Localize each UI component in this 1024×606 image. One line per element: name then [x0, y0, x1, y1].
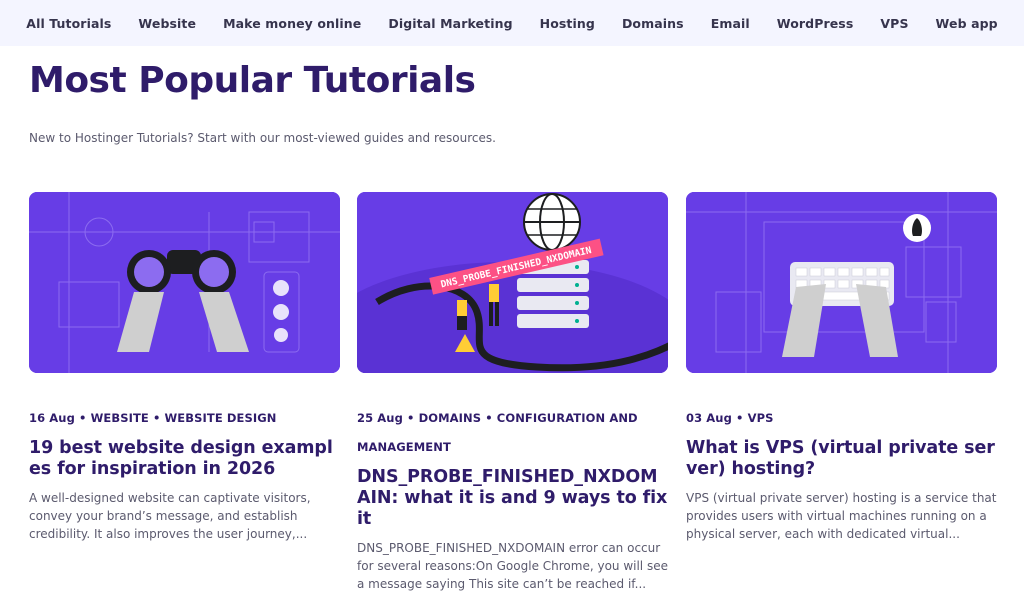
tutorial-card-dns-probe[interactable]: DNS_PROBE_FINISHED_NXDOMAIN 25 Aug • DOM… [357, 192, 668, 593]
nav-item-hosting[interactable]: Hosting [540, 16, 595, 31]
nav-item-make-money-online[interactable]: Make money online [223, 16, 361, 31]
top-navigation: All Tutorials Website Make money online … [0, 0, 1024, 46]
nav-item-wordpress[interactable]: WordPress [777, 16, 854, 31]
binoculars-illustration-icon[interactable] [29, 192, 340, 373]
card-excerpt: VPS (virtual private server) hosting is … [686, 491, 997, 541]
nav-item-website[interactable]: Website [138, 16, 196, 31]
nav-item-web-app[interactable]: Web app [936, 16, 998, 31]
keyboard-illustration-icon[interactable] [686, 192, 997, 373]
page-title: Most Popular Tutorials [29, 60, 476, 101]
nav-item-vps[interactable]: VPS [880, 16, 908, 31]
nav-item-all-tutorials[interactable]: All Tutorials [26, 16, 111, 31]
globe-server-illustration-icon[interactable]: DNS_PROBE_FINISHED_NXDOMAIN [357, 192, 668, 373]
tutorial-card-vps[interactable]: 03 Aug • VPS What is VPS (virtual privat… [686, 192, 997, 543]
card-excerpt: A well-designed website can captivate vi… [29, 491, 311, 541]
nav-item-domains[interactable]: Domains [622, 16, 684, 31]
card-title[interactable]: What is VPS (virtual private server) hos… [686, 438, 997, 480]
nav-item-digital-marketing[interactable]: Digital Marketing [388, 16, 512, 31]
card-excerpt: DNS_PROBE_FINISHED_NXDOMAIN error can oc… [357, 541, 668, 591]
card-title[interactable]: DNS_PROBE_FINISHED_NXDOMAIN: what it is … [357, 467, 668, 530]
card-meta: 16 Aug • WEBSITE • WEBSITE DESIGN [29, 411, 277, 425]
card-title[interactable]: 19 best website design examples for insp… [29, 438, 340, 480]
card-meta: 03 Aug • VPS [686, 411, 774, 425]
nav-item-email[interactable]: Email [711, 16, 750, 31]
card-meta: 25 Aug • DOMAINS • CONFIGURATION AND MAN… [357, 411, 638, 454]
tutorial-card-website-design[interactable]: 16 Aug • WEBSITE • WEBSITE DESIGN 19 bes… [29, 192, 340, 543]
page-subtitle: New to Hostinger Tutorials? Start with o… [29, 131, 496, 145]
